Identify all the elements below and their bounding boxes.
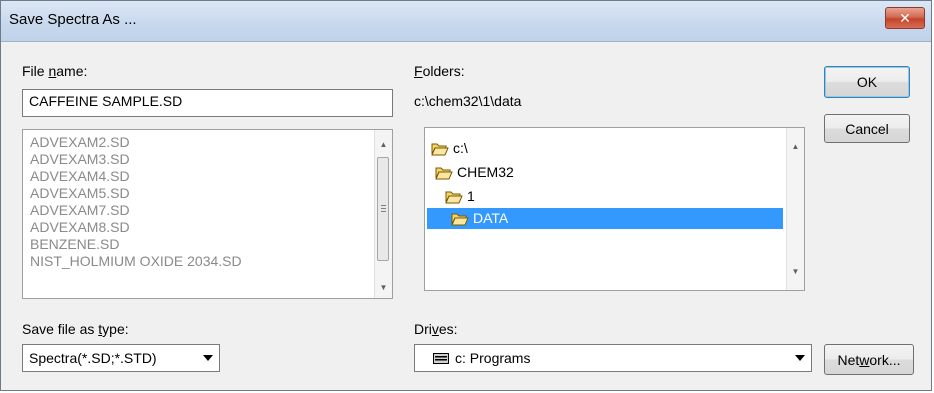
open-folder-icon — [451, 213, 469, 225]
window-title: Save Spectra As ... — [9, 11, 137, 28]
folder-item-chem32[interactable]: CHEM32 — [435, 162, 514, 183]
list-item[interactable]: ADVEXAM8.SD — [23, 219, 392, 236]
save-spectra-dialog: Save Spectra As ... ✕ File name: CAFFEIN… — [0, 0, 932, 391]
file-name-label: File name: — [22, 63, 88, 79]
ok-button[interactable]: OK — [824, 66, 910, 98]
close-icon: ✕ — [899, 9, 911, 26]
scroll-up-icon[interactable]: ▲ — [787, 138, 804, 155]
close-button[interactable]: ✕ — [885, 7, 925, 29]
scroll-down-icon[interactable]: ▼ — [375, 279, 392, 296]
title-bar[interactable]: Save Spectra As ... ✕ — [1, 1, 931, 42]
save-type-select[interactable]: Spectra(*.SD;*.STD) — [22, 344, 220, 372]
file-name-value: CAFFEINE SAMPLE.SD — [29, 93, 183, 109]
file-list-scrollbar[interactable]: ▲ ▼ — [374, 130, 392, 298]
list-item[interactable]: ADVEXAM4.SD — [23, 168, 392, 185]
list-item[interactable]: BENZENE.SD — [23, 236, 392, 253]
scroll-down-icon[interactable]: ▼ — [787, 263, 804, 280]
folders-label: Folders: — [414, 63, 465, 79]
file-list[interactable]: ADVEXAM2.SD ADVEXAM3.SD ADVEXAM4.SD ADVE… — [22, 129, 393, 299]
list-item[interactable]: NIST_HOLMIUM OXIDE 2034.SD — [23, 253, 392, 270]
folder-tree[interactable]: c:\ CHEM32 1 DATA ▲ ▼ — [424, 127, 805, 291]
save-type-label: Save file as type: — [22, 321, 129, 337]
network-button[interactable]: Network... — [824, 344, 914, 375]
list-item[interactable]: ADVEXAM2.SD — [23, 134, 392, 151]
scroll-up-icon[interactable]: ▲ — [375, 136, 392, 153]
folder-tree-scrollbar[interactable]: ▲ ▼ — [786, 128, 804, 290]
open-folder-icon — [445, 191, 463, 203]
list-item[interactable]: ADVEXAM7.SD — [23, 202, 392, 219]
current-folder-path: c:\chem32\1\data — [414, 93, 522, 109]
list-item[interactable]: ADVEXAM3.SD — [23, 151, 392, 168]
hard-drive-icon — [433, 352, 449, 364]
folder-item-1[interactable]: 1 — [445, 186, 475, 207]
drives-select[interactable]: c: Programs — [414, 344, 812, 372]
scroll-thumb[interactable] — [377, 157, 389, 261]
folder-item-c-root[interactable]: c:\ — [431, 138, 468, 159]
cancel-button[interactable]: Cancel — [824, 114, 910, 143]
open-folder-icon — [435, 167, 453, 179]
file-name-input[interactable]: CAFFEINE SAMPLE.SD — [22, 89, 393, 117]
open-folder-icon — [431, 143, 449, 155]
chevron-down-icon[interactable] — [795, 355, 805, 361]
chevron-down-icon[interactable] — [203, 355, 213, 361]
list-item[interactable]: ADVEXAM5.SD — [23, 185, 392, 202]
folder-item-data[interactable]: DATA — [427, 208, 783, 229]
drives-label: Drives: — [414, 321, 458, 337]
